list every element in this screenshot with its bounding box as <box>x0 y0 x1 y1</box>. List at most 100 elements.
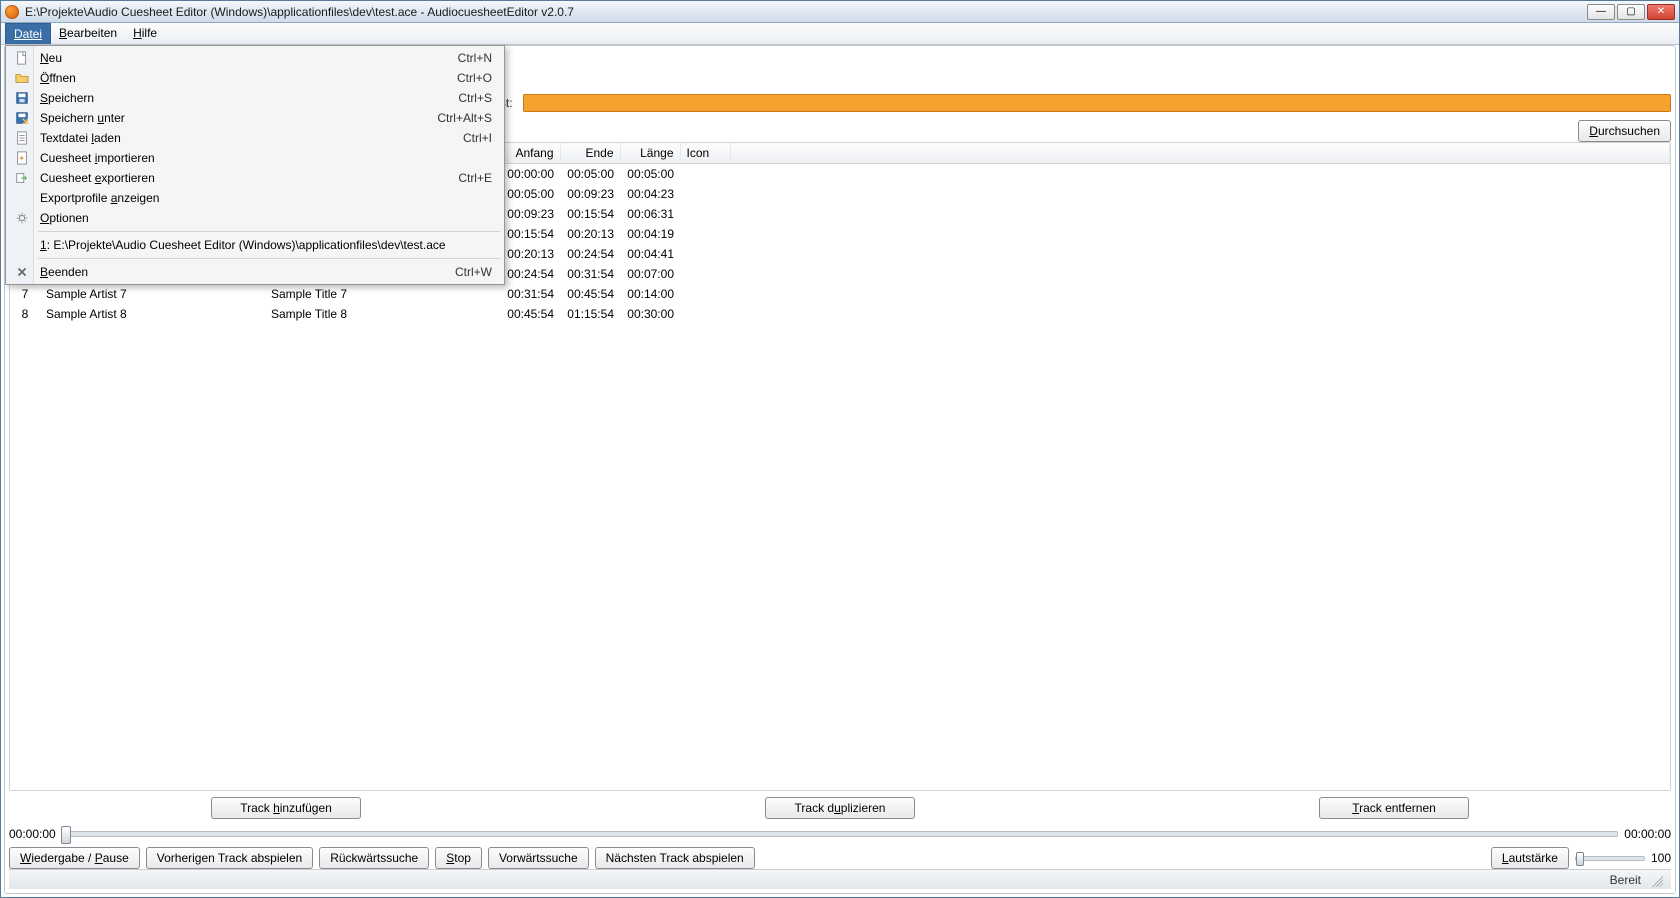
new-file-icon <box>14 50 30 66</box>
menu-item-save-as[interactable]: Speichern unter Ctrl+Alt+S <box>8 108 502 128</box>
timeline-end: 00:00:00 <box>1624 827 1671 841</box>
menu-item-new[interactable]: Neu Ctrl+N <box>8 48 502 68</box>
volume-thumb[interactable] <box>1576 852 1584 866</box>
track-index: 7 <box>10 284 40 304</box>
track-end: 00:15:54 <box>560 204 620 224</box>
stop-button[interactable]: Stop <box>435 847 482 869</box>
menu-help[interactable]: Hilfe <box>125 23 165 44</box>
menu-help-label: Hilfe <box>133 26 157 40</box>
menu-item-open[interactable]: Öffnen Ctrl+O <box>8 68 502 88</box>
track-end: 00:24:54 <box>560 244 620 264</box>
play-pause-button[interactable]: Wiedergabe / Pause <box>9 847 140 869</box>
remove-track-button[interactable]: Track entfernen <box>1319 797 1469 819</box>
browse-button[interactable]: Durchsuchen <box>1578 120 1671 142</box>
export-icon <box>14 170 30 186</box>
col-icon[interactable]: Icon <box>680 143 730 164</box>
track-icon-cell <box>680 284 730 304</box>
menu-item-save[interactable]: Speichern Ctrl+S <box>8 88 502 108</box>
titlebar: E:\Projekte\Audio Cuesheet Editor (Windo… <box>1 1 1679 23</box>
timeline: 00:00:00 00:00:00 <box>9 825 1671 843</box>
app-window: E:\Projekte\Audio Cuesheet Editor (Windo… <box>0 0 1680 898</box>
cd-artist-field[interactable] <box>523 94 1671 112</box>
next-track-button[interactable]: Nächsten Track abspielen <box>595 847 755 869</box>
track-icon-cell <box>680 224 730 244</box>
col-ende[interactable]: Ende <box>560 143 620 164</box>
track-start: 00:31:54 <box>490 284 560 304</box>
rewind-button[interactable]: Rückwärtssuche <box>319 847 429 869</box>
track-icon-cell <box>680 264 730 284</box>
app-icon <box>5 5 19 19</box>
menu-item-exit[interactable]: Beenden Ctrl+W <box>8 262 502 282</box>
close-button[interactable]: ✕ <box>1647 4 1675 20</box>
menu-edit-label: Bearbeiten <box>59 26 117 40</box>
track-actions: Track hinzufügen Track duplizieren Track… <box>9 791 1671 825</box>
track-length: 00:04:23 <box>620 184 680 204</box>
window-title: E:\Projekte\Audio Cuesheet Editor (Windo… <box>25 5 1581 19</box>
track-icon-cell <box>680 244 730 264</box>
minimize-button[interactable]: — <box>1587 4 1615 20</box>
menu-edit[interactable]: Bearbeiten <box>51 23 125 44</box>
menu-item-recent-1[interactable]: 1: E:\Projekte\Audio Cuesheet Editor (Wi… <box>8 235 502 255</box>
track-title: Sample Title 8 <box>265 304 490 324</box>
track-end: 00:20:13 <box>560 224 620 244</box>
close-icon <box>14 264 30 280</box>
volume-slider[interactable] <box>1575 856 1645 861</box>
playback-bar: Wiedergabe / Pause Vorherigen Track absp… <box>9 843 1671 869</box>
table-row[interactable]: 7Sample Artist 7Sample Title 700:31:5400… <box>10 284 1670 304</box>
gear-icon <box>14 210 30 226</box>
duplicate-track-button[interactable]: Track duplizieren <box>765 797 915 819</box>
track-start: 00:45:54 <box>490 304 560 324</box>
track-icon-cell <box>680 164 730 185</box>
track-end: 00:05:00 <box>560 164 620 185</box>
menu-separator <box>38 258 500 259</box>
timeline-thumb[interactable] <box>61 826 71 844</box>
blank-icon <box>14 237 30 253</box>
track-end: 00:31:54 <box>560 264 620 284</box>
file-menu-dropdown: Neu Ctrl+N Öffnen Ctrl+O Speichern Ctrl+… <box>5 45 505 285</box>
maximize-button[interactable]: ▢ <box>1617 4 1645 20</box>
status-text: Bereit <box>1610 873 1641 887</box>
import-icon <box>14 150 30 166</box>
previous-track-button[interactable]: Vorherigen Track abspielen <box>146 847 313 869</box>
table-row[interactable]: 8Sample Artist 8Sample Title 800:45:5401… <box>10 304 1670 324</box>
statusbar: Bereit <box>9 869 1671 889</box>
menu-item-import[interactable]: Cuesheet importieren <box>8 148 502 168</box>
open-folder-icon <box>14 70 30 86</box>
menu-item-load-text[interactable]: Textdatei laden Ctrl+I <box>8 128 502 148</box>
track-length: 00:30:00 <box>620 304 680 324</box>
track-artist: Sample Artist 8 <box>40 304 265 324</box>
window-controls: — ▢ ✕ <box>1587 4 1675 20</box>
menu-item-export[interactable]: Cuesheet exportieren Ctrl+E <box>8 168 502 188</box>
save-icon <box>14 90 30 106</box>
menubar: Datei Bearbeiten Hilfe <box>1 23 1679 45</box>
track-artist: Sample Artist 7 <box>40 284 265 304</box>
volume-value: 100 <box>1651 851 1671 865</box>
track-icon-cell <box>680 184 730 204</box>
add-track-button[interactable]: Track hinzufügen <box>211 797 361 819</box>
track-end: 00:09:23 <box>560 184 620 204</box>
track-length: 00:04:41 <box>620 244 680 264</box>
track-index: 8 <box>10 304 40 324</box>
resize-grip-icon[interactable] <box>1649 873 1663 887</box>
track-length: 00:04:19 <box>620 224 680 244</box>
track-end: 01:15:54 <box>560 304 620 324</box>
timeline-start: 00:00:00 <box>9 827 56 841</box>
track-icon-cell <box>680 204 730 224</box>
blank-icon <box>14 190 30 206</box>
volume-button[interactable]: Lautstärke <box>1491 847 1569 869</box>
menu-item-options[interactable]: Optionen <box>8 208 502 228</box>
menu-separator <box>38 231 500 232</box>
timeline-slider[interactable] <box>62 831 1619 837</box>
text-file-icon <box>14 130 30 146</box>
menu-file[interactable]: Datei <box>5 23 51 44</box>
track-end: 00:45:54 <box>560 284 620 304</box>
track-length: 00:07:00 <box>620 264 680 284</box>
menu-item-export-profiles[interactable]: Exportprofile anzeigen <box>8 188 502 208</box>
save-as-icon <box>14 110 30 126</box>
forward-button[interactable]: Vorwärtssuche <box>488 847 589 869</box>
track-title: Sample Title 7 <box>265 284 490 304</box>
track-length: 00:06:31 <box>620 204 680 224</box>
track-icon-cell <box>680 304 730 324</box>
col-laenge[interactable]: Länge <box>620 143 680 164</box>
track-length: 00:05:00 <box>620 164 680 185</box>
